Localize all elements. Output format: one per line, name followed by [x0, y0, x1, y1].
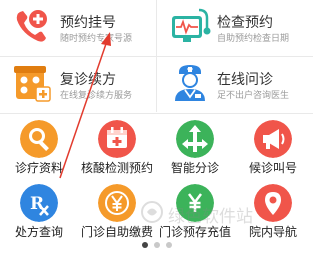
grid-item-label: 门诊预存充值 — [158, 225, 231, 239]
grid-item-queue-call[interactable]: 候诊叫号 — [234, 116, 312, 180]
doctor-icon — [175, 65, 205, 101]
tile-title: 预约挂号 — [60, 15, 116, 31]
yen-coin-icon — [98, 184, 136, 222]
grid-item-smart-triage[interactable]: 智能分诊 — [156, 116, 234, 180]
arrows-icon — [176, 120, 214, 158]
tile-exam-booking[interactable]: 检查预约 自助预约检查日期 — [157, 0, 313, 56]
grid-item-self-payment[interactable]: 门诊自助缴费 — [78, 180, 156, 244]
grid-item-prescription-query[interactable]: R 处方查询 — [0, 180, 78, 244]
calendar-icon — [98, 120, 136, 158]
yen-coin-icon — [176, 184, 214, 222]
tile-appointment[interactable]: 预约挂号 随时预约专家号源 — [0, 0, 156, 56]
tile-title: 在线问诊 — [217, 72, 273, 88]
stethoscope-monitor-icon — [172, 8, 211, 42]
page-dot[interactable] — [166, 242, 172, 248]
magnifier-document-icon — [20, 120, 58, 158]
rx-icon: R — [20, 184, 58, 222]
grid-item-label: 处方查询 — [14, 225, 63, 239]
pill-box-icon — [14, 66, 51, 102]
tile-subtitle: 在线复诊续方服务 — [60, 91, 133, 101]
grid-item-prepaid-recharge[interactable]: 门诊预存充值 — [156, 180, 234, 244]
page-dot-active[interactable] — [142, 242, 148, 248]
grid-item-label: 核酸检测预约 — [80, 161, 153, 175]
page-dot[interactable] — [154, 242, 160, 248]
grid-item-label: 院内导航 — [248, 225, 297, 239]
tile-online-consult[interactable]: 在线问诊 足不出户咨询医生 — [157, 57, 313, 113]
grid-item-label: 诊疗资料 — [14, 161, 63, 175]
tile-title: 检查预约 — [217, 15, 273, 31]
grid-item-label: 智能分诊 — [170, 161, 219, 175]
grid-item-label: 候诊叫号 — [248, 161, 297, 175]
tile-subtitle: 随时预约专家号源 — [60, 34, 133, 44]
tile-title: 复诊续方 — [60, 72, 116, 88]
grid-item-medical-records[interactable]: 诊疗资料 — [0, 116, 78, 180]
megaphone-icon — [254, 120, 292, 158]
grid-item-hospital-navigation[interactable]: 院内导航 — [234, 180, 312, 244]
grid-item-nucleic-test[interactable]: 核酸检测预约 — [78, 116, 156, 180]
phone-plus-icon — [16, 10, 47, 42]
map-pin-icon — [254, 184, 292, 222]
tile-subtitle: 足不出户咨询医生 — [217, 91, 290, 101]
tile-subtitle: 自助预约检查日期 — [217, 34, 290, 44]
tile-revisit-prescription[interactable]: 复诊续方 在线复诊续方服务 — [0, 57, 156, 113]
grid-item-label: 门诊自助缴费 — [80, 225, 153, 239]
